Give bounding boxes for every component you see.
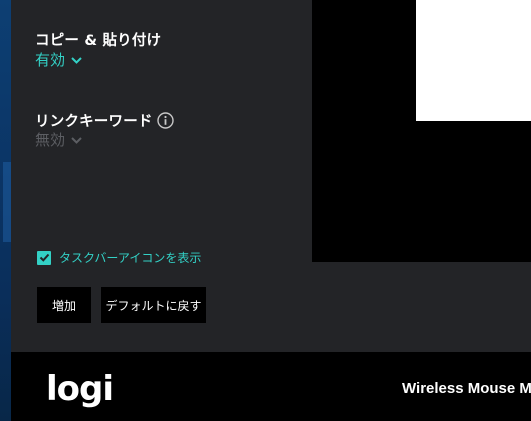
taskbar-icon-label: タスクバーアイコンを表示 — [59, 251, 202, 265]
chevron-down-icon — [71, 137, 82, 144]
link-keyword-label-row: リンクキーワード — [35, 110, 174, 131]
footer-bar: logi Wireless Mouse M — [11, 352, 531, 421]
desktop-background-strip — [0, 0, 11, 421]
logi-logo: logi — [46, 369, 114, 409]
info-icon[interactable] — [156, 112, 174, 129]
copy-paste-label: コピー & 貼り付け — [35, 33, 162, 49]
taskbar-icon-checkbox[interactable] — [37, 250, 51, 265]
link-keyword-dropdown[interactable]: 無効 — [35, 129, 83, 150]
device-name[interactable]: Wireless Mouse M — [402, 380, 531, 397]
add-button[interactable]: 増加 — [37, 287, 91, 323]
preview-white-window — [416, 0, 531, 121]
taskbar-icon-option[interactable]: タスクバーアイコンを表示 — [37, 249, 201, 266]
link-keyword-value: 無効 — [35, 131, 66, 149]
preview-bottom-fill — [312, 262, 531, 352]
copy-paste-value: 有効 — [35, 51, 66, 69]
copy-paste-dropdown[interactable]: 有効 — [35, 49, 83, 70]
checkmark-icon — [39, 253, 49, 262]
link-keyword-label: リンクキーワード — [35, 114, 153, 130]
reset-defaults-button[interactable]: デフォルトに戻す — [101, 287, 206, 323]
chevron-down-icon — [71, 57, 82, 64]
